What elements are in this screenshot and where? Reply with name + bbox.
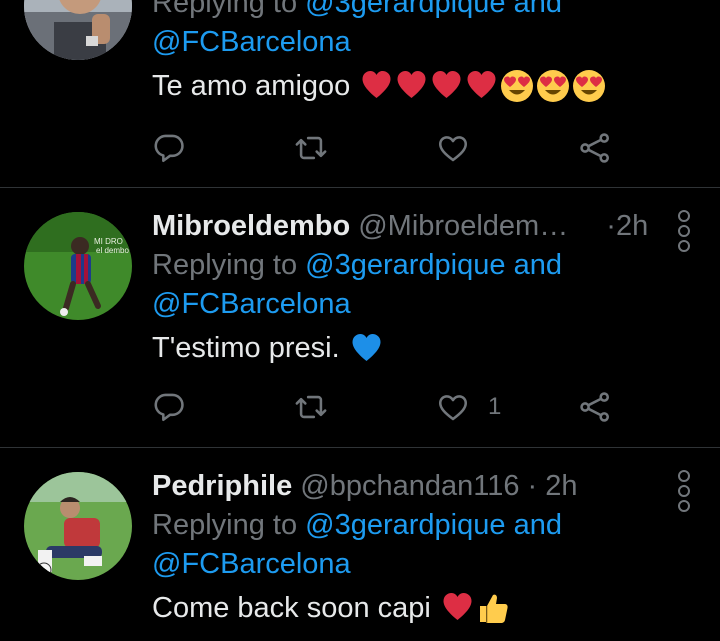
tweet-2[interactable]: MI DRO el dembo Mibroeldembo @Mibroeldem… bbox=[0, 188, 720, 446]
tweet-text: Come back soon capi bbox=[152, 592, 431, 624]
mention-link[interactable]: @3gerardpique bbox=[305, 509, 505, 541]
replying-to: Replying to @3gerardpique and @FCBarcelo… bbox=[152, 509, 562, 580]
blue-heart-icon bbox=[352, 334, 381, 361]
tweet-text-row: Come back soon capi bbox=[152, 588, 692, 628]
reply-icon bbox=[154, 393, 184, 422]
heart-eyes-icon bbox=[501, 70, 534, 102]
red-heart-icon bbox=[467, 71, 496, 98]
share-icon bbox=[580, 392, 610, 422]
svg-text:el dembo: el dembo bbox=[96, 246, 129, 255]
like-button[interactable] bbox=[436, 128, 470, 168]
tweet-text-row: T'estimo presi. bbox=[152, 328, 692, 368]
heart-eyes-icon bbox=[573, 70, 606, 102]
retweet-button[interactable] bbox=[294, 128, 328, 168]
reply-button[interactable] bbox=[152, 128, 186, 168]
separator-dot: · bbox=[527, 470, 538, 502]
thumbs-up-icon bbox=[479, 594, 508, 623]
share-button[interactable] bbox=[578, 387, 612, 427]
red-heart-icon bbox=[397, 71, 426, 98]
red-heart-icon bbox=[362, 71, 391, 98]
user-handle[interactable]: @Mibroeldemb… bbox=[358, 208, 584, 244]
tweet-header: Pedriphile @bpchandan116 · 2h bbox=[152, 468, 692, 504]
share-icon bbox=[580, 133, 610, 163]
tweet-text: T'estimo presi. bbox=[152, 332, 340, 364]
avatar-photo: MI DRO el dembo bbox=[24, 212, 132, 320]
retweet-button[interactable] bbox=[294, 387, 328, 427]
emoji-group bbox=[441, 591, 510, 625]
mention-link[interactable]: @FCBarcelona bbox=[152, 288, 351, 320]
more-options-button[interactable] bbox=[678, 470, 690, 512]
retweet-icon bbox=[295, 136, 327, 160]
emoji-group bbox=[360, 69, 606, 103]
tweet-1[interactable]: Replying to @3gerardpique and @FCBarcelo… bbox=[0, 0, 720, 188]
avatar-photo bbox=[24, 0, 132, 60]
like-count: 1 bbox=[488, 393, 502, 420]
avatar[interactable] bbox=[24, 472, 132, 580]
red-heart-icon bbox=[432, 71, 461, 98]
avatar-photo bbox=[24, 472, 132, 580]
like-button[interactable]: 1 bbox=[436, 387, 501, 427]
tweet-3[interactable]: Pedriphile @bpchandan116 · 2h Replying t… bbox=[0, 448, 720, 641]
share-button[interactable] bbox=[578, 128, 612, 168]
red-heart-icon bbox=[443, 593, 472, 620]
mention-link[interactable]: @3gerardpique bbox=[305, 0, 505, 19]
display-name[interactable]: Pedriphile bbox=[152, 470, 292, 502]
more-options-button[interactable] bbox=[678, 210, 690, 252]
timestamp[interactable]: 2h bbox=[616, 210, 648, 242]
replying-to: Replying to @3gerardpique and @FCBarcelo… bbox=[152, 0, 692, 62]
tweet-actions: 1 bbox=[152, 387, 622, 427]
emoji-group bbox=[350, 332, 383, 364]
tweet-actions bbox=[152, 128, 622, 168]
separator-dot: · bbox=[606, 210, 616, 242]
heart-eyes-icon bbox=[537, 70, 570, 102]
reply-button[interactable] bbox=[152, 387, 186, 427]
like-icon bbox=[438, 395, 468, 421]
avatar[interactable]: MI DRO el dembo bbox=[24, 212, 132, 320]
avatar-caption: MI DRO bbox=[94, 237, 123, 246]
mention-link[interactable]: @3gerardpique bbox=[305, 249, 505, 281]
tweet-header: Mibroeldembo @Mibroeldemb… ·2h bbox=[152, 208, 692, 244]
mention-link[interactable]: @FCBarcelona bbox=[152, 26, 351, 58]
avatar[interactable] bbox=[24, 0, 132, 60]
display-name[interactable]: Mibroeldembo bbox=[152, 210, 350, 242]
like-icon bbox=[438, 136, 468, 162]
retweet-icon bbox=[295, 395, 327, 419]
reply-icon bbox=[154, 134, 184, 163]
mention-link[interactable]: @FCBarcelona bbox=[152, 548, 351, 580]
timestamp[interactable]: 2h bbox=[545, 470, 577, 502]
tweet-text-row: Te amo amigoo bbox=[152, 66, 692, 106]
user-handle[interactable]: @bpchandan116 bbox=[300, 468, 519, 504]
replying-to: Replying to @3gerardpique and @FCBarcelo… bbox=[152, 249, 562, 320]
tweet-text: Te amo amigoo bbox=[152, 70, 351, 102]
